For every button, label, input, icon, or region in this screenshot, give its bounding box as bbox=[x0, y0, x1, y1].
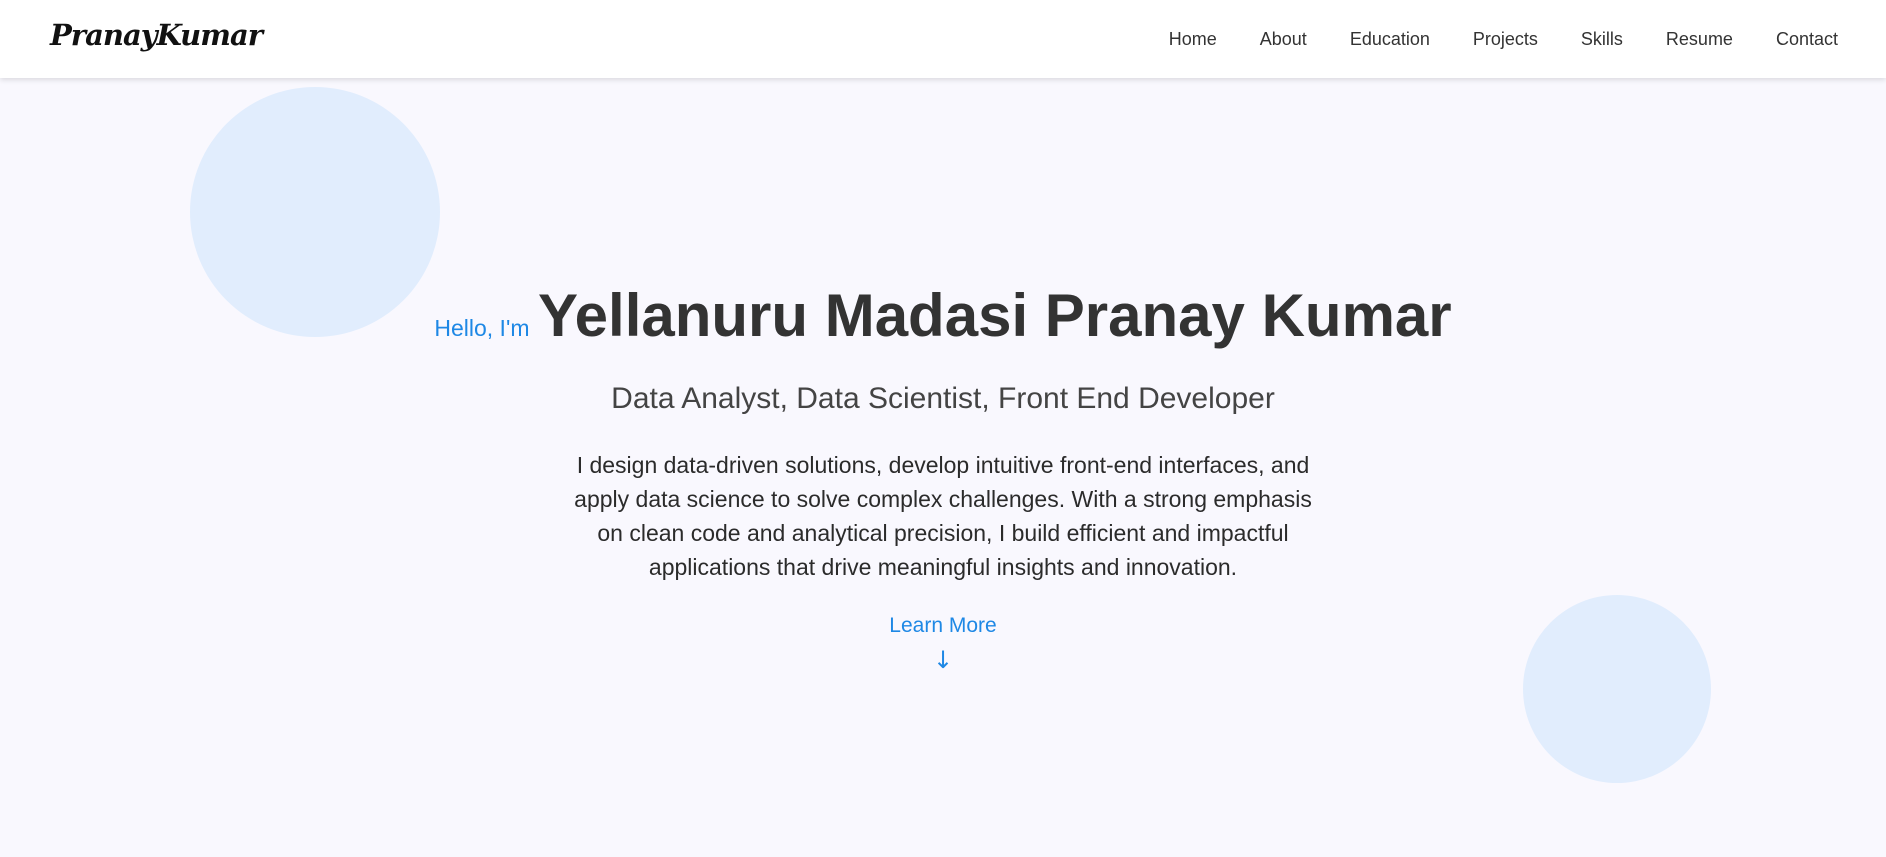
hero-name: Yellanuru Madasi Pranay Kumar bbox=[537, 282, 1452, 349]
nav-link-skills[interactable]: Skills bbox=[1581, 29, 1623, 50]
nav-link-education[interactable]: Education bbox=[1350, 29, 1430, 50]
nav-menu: Home About Education Projects Skills Res… bbox=[1169, 0, 1838, 78]
nav-link-about[interactable]: About bbox=[1260, 29, 1307, 50]
hero-greeting: Hello, I'm bbox=[434, 315, 530, 341]
site-logo[interactable]: PranayKumar bbox=[50, 18, 263, 52]
nav-link-home[interactable]: Home bbox=[1169, 29, 1217, 50]
navbar: PranayKumar Home About Education Project… bbox=[0, 0, 1886, 78]
nav-link-contact[interactable]: Contact bbox=[1776, 29, 1838, 50]
nav-link-resume[interactable]: Resume bbox=[1666, 29, 1733, 50]
hero-heading: Hello, I'm Yellanuru Madasi Pranay Kumar bbox=[0, 281, 1886, 350]
hero-roles: Data Analyst, Data Scientist, Front End … bbox=[611, 382, 1275, 415]
nav-link-projects[interactable]: Projects bbox=[1473, 29, 1538, 50]
learn-more-link[interactable]: Learn More ↓ bbox=[0, 614, 1886, 674]
hero-section: Hello, I'm Yellanuru Madasi Pranay Kumar… bbox=[0, 78, 1886, 857]
learn-more-label[interactable]: Learn More bbox=[0, 614, 1886, 638]
hero-description: I design data-driven solutions, develop … bbox=[574, 452, 1312, 580]
arrow-down-icon[interactable]: ↓ bbox=[0, 646, 1886, 674]
